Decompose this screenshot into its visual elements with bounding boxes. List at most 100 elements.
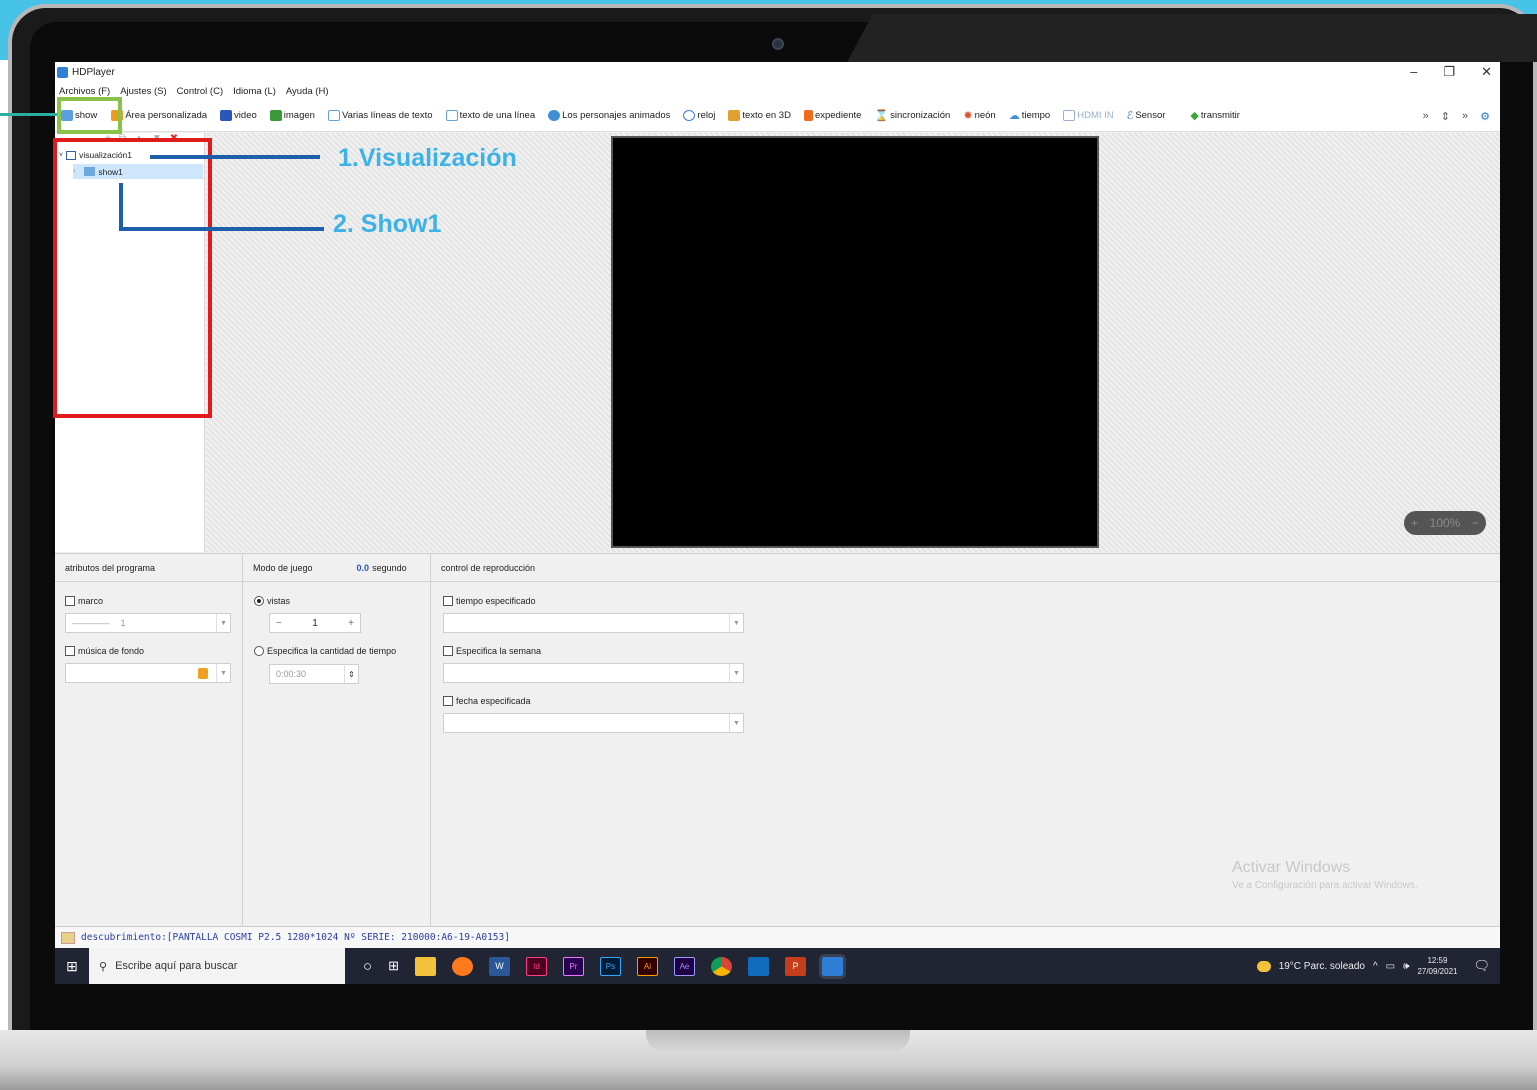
explorer-icon[interactable] — [414, 956, 436, 976]
toolbar-neon-button[interactable]: ✸ neón — [963, 109, 995, 122]
zoom-control: + 100% − — [1404, 511, 1486, 535]
toolbar-3d-text-button[interactable]: texto en 3D — [728, 110, 791, 121]
taskbar-clock[interactable]: 12:59 27/09/2021 — [1417, 955, 1457, 977]
specified-date-select[interactable]: ▼ — [443, 713, 744, 733]
specify-time-radio[interactable]: Especifica la cantidad de tiempo — [254, 646, 396, 656]
playback-control-header: control de reproducción — [431, 554, 1500, 582]
aftereffects-icon[interactable]: Ae — [673, 956, 695, 976]
decrement-button[interactable]: − — [276, 618, 282, 629]
background-music-checkbox[interactable]: música de fondo — [65, 646, 144, 656]
menu-control[interactable]: Control (C) — [177, 86, 223, 97]
hdplayer-taskbar-icon[interactable] — [818, 953, 846, 979]
specify-week-checkbox[interactable]: Especifica la semana — [443, 646, 541, 656]
toolbar-multiline-text-button[interactable]: Varias líneas de texto — [327, 110, 433, 121]
toolbar: show Área personalizada video imagen Var… — [55, 100, 1500, 132]
taskbar-weather[interactable]: 19°C Parc. soleado — [1279, 961, 1365, 972]
menu-idioma[interactable]: Idioma (L) — [233, 86, 276, 97]
toolbar-custom-area-button[interactable]: Área personalizada — [111, 110, 207, 121]
laptop-notch — [646, 1030, 910, 1052]
chevron-down-icon: ▼ — [729, 714, 743, 732]
specified-date-checkbox[interactable]: fecha especificada — [443, 696, 531, 706]
increment-button[interactable]: + — [348, 618, 354, 629]
cortana-icon[interactable]: ○ — [363, 958, 372, 975]
preview-canvas[interactable]: + 100% − — [206, 133, 1500, 552]
zoom-in-button[interactable]: + — [1411, 516, 1418, 530]
up-down-icon[interactable]: ⇕ — [1441, 110, 1450, 123]
toolbar-sync-button[interactable]: ⌛ sincronización — [874, 109, 950, 122]
illustrator-icon[interactable]: Ai — [636, 956, 658, 976]
menu-ayuda[interactable]: Ayuda (H) — [286, 86, 329, 97]
specified-time-select[interactable]: ▼ — [443, 613, 744, 633]
menu-ajustes[interactable]: Ajustes (S) — [120, 86, 166, 97]
annotation-line-2-vertical — [119, 183, 123, 230]
transmit-icon: ◆ — [1190, 110, 1199, 122]
led-screen-preview[interactable] — [611, 136, 1099, 548]
indesign-icon[interactable]: Id — [525, 956, 547, 976]
network-icon[interactable]: ▭ — [1386, 961, 1395, 972]
status-bar: descubrimiento:[PANTALLA COSMI P2.5 1280… — [55, 926, 1500, 948]
annotation-label-visualizacion: 1.Visualización — [338, 144, 517, 172]
background-music-select[interactable]: ▼ — [65, 663, 231, 683]
show-button-highlight — [57, 97, 122, 134]
toolbar-weather-button[interactable]: ☁ tiempo — [1009, 109, 1051, 122]
menu-archivos[interactable]: Archivos (F) — [59, 86, 110, 97]
close-button[interactable]: ✕ — [1481, 64, 1492, 80]
play-mode-duration: 0.0 — [356, 562, 370, 573]
minimize-button[interactable]: – — [1410, 64, 1417, 80]
windows-taskbar: ⊞ ⚲ Escribe aquí para buscar ○ ⊞ W Id Pr… — [55, 948, 1500, 984]
toolbar-video-button[interactable]: video — [220, 110, 257, 121]
single-line-text-icon — [445, 110, 458, 121]
spin-arrows-icon[interactable]: ⇕ — [344, 665, 358, 683]
toolbar-document-button[interactable]: expediente — [803, 110, 861, 121]
title-bar: HDPlayer – ❐ ✕ — [55, 62, 1500, 82]
toolbar-overflow-button[interactable]: » — [1423, 110, 1429, 122]
chrome-icon[interactable] — [710, 956, 732, 976]
volume-icon[interactable]: 🕪 — [1403, 961, 1409, 972]
time-spinbox[interactable]: 0:00:30 ⇕ — [269, 664, 359, 684]
chevron-down-icon: ▼ — [729, 664, 743, 682]
toolbar-clock-button[interactable]: reloj — [683, 110, 715, 121]
toolbar-overflow2-button[interactable]: » — [1462, 110, 1468, 122]
vistas-stepper[interactable]: − 1 + — [269, 613, 361, 633]
status-text: descubrimiento:[PANTALLA COSMI P2.5 1280… — [81, 932, 510, 943]
toolbar-image-button[interactable]: imagen — [269, 110, 315, 121]
specified-time-checkbox[interactable]: tiempo especificado — [443, 596, 536, 606]
watermark-subtitle: Ve a Configuración para activar Windows. — [1232, 880, 1418, 891]
play-mode-unit: segundo — [372, 562, 407, 573]
toolbar-transmit-button[interactable]: ◆ transmitir — [1190, 109, 1240, 122]
taskbar-apps: ○ ⊞ W Id Pr Ps Ai Ae P — [363, 953, 846, 979]
column-divider — [430, 554, 431, 927]
toolbar-sensor-button[interactable]: ℰ Sensor — [1127, 109, 1166, 122]
chevron-down-icon: ▼ — [729, 614, 743, 632]
premiere-icon[interactable]: Pr — [562, 956, 584, 976]
menu-bar: Archivos (F) Ajustes (S) Control (C) Idi… — [55, 82, 1500, 100]
chevron-down-icon: ▼ — [216, 664, 230, 682]
taskbar-search[interactable]: ⚲ Escribe aquí para buscar — [89, 948, 345, 984]
marco-checkbox[interactable]: marco — [65, 596, 103, 606]
specify-week-select[interactable]: ▼ — [443, 663, 744, 683]
settings-icon[interactable]: ⚙ — [1480, 110, 1490, 123]
weather-icon: ☁ — [1008, 110, 1020, 122]
outlook-icon[interactable] — [747, 956, 769, 976]
task-view-icon[interactable]: ⊞ — [388, 958, 399, 974]
photoshop-icon[interactable]: Ps — [599, 956, 621, 976]
chevron-down-icon: ▼ — [216, 614, 230, 632]
vistas-radio[interactable]: vistas — [254, 596, 290, 606]
notification-icon[interactable]: 🗨 — [1473, 958, 1490, 974]
toolbar-hdmi-button[interactable]: HDMI IN — [1063, 110, 1114, 121]
status-icon — [61, 931, 75, 944]
marco-select[interactable]: — — — —1 ▼ — [65, 613, 231, 633]
firefox-icon[interactable] — [451, 956, 473, 976]
watermark-title: Activar Windows — [1232, 859, 1351, 876]
powerpoint-icon[interactable]: P — [784, 956, 806, 976]
hourglass-icon: ⌛ — [874, 110, 889, 122]
toolbar-single-line-text-button[interactable]: texto de una línea — [445, 110, 535, 121]
folder-icon — [198, 668, 208, 679]
toolbar-animated-characters-button[interactable]: Los personajes animados — [548, 110, 670, 121]
chevron-up-icon[interactable]: ^ — [1373, 961, 1378, 972]
windows-start-icon[interactable]: ⊞ — [55, 958, 89, 975]
restore-button[interactable]: ❐ — [1443, 64, 1455, 80]
word-icon[interactable]: W — [488, 956, 510, 976]
program-attributes-header: atributos del programa — [55, 554, 242, 582]
zoom-out-button[interactable]: − — [1472, 516, 1479, 530]
